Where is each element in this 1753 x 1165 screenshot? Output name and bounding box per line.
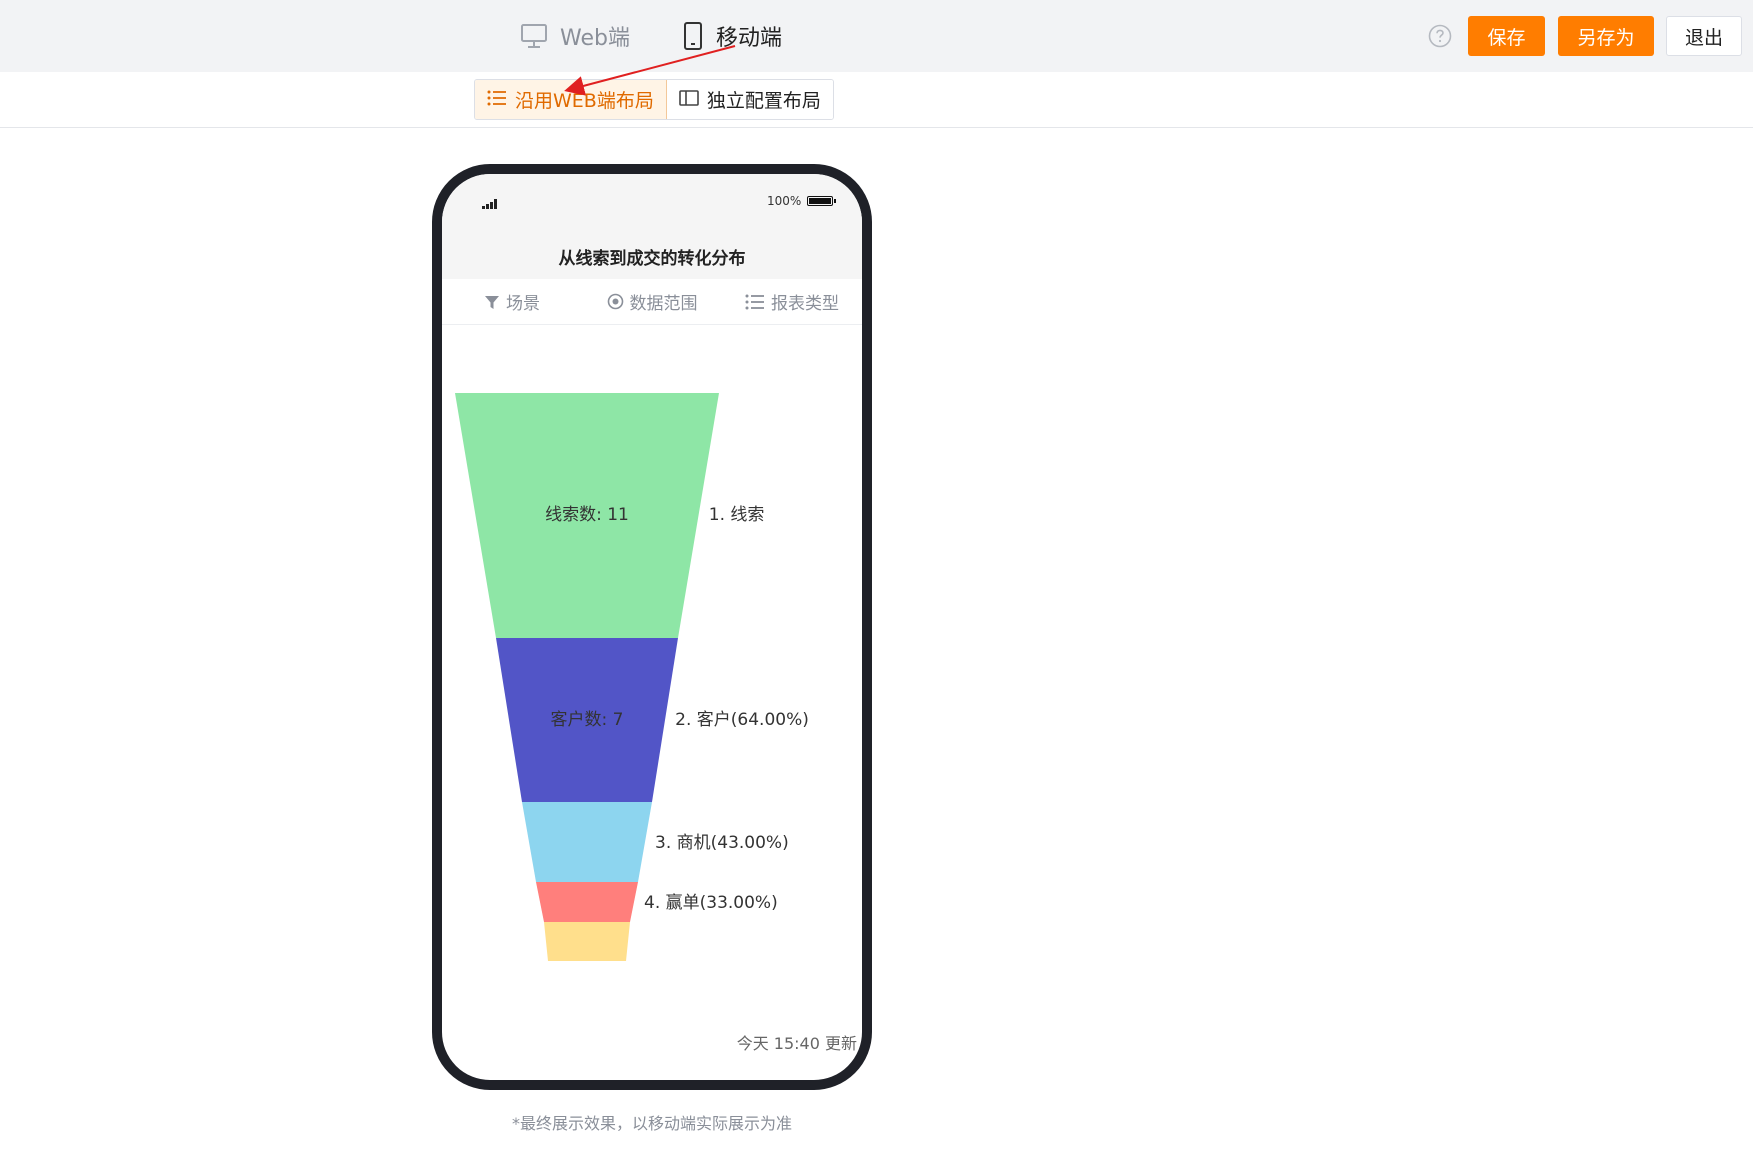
list-icon (487, 89, 507, 111)
filter-report-type[interactable]: 报表类型 (722, 289, 862, 314)
annotation-arrow (564, 45, 736, 96)
desktop-monitor-icon (520, 23, 548, 49)
question-circle-icon[interactable] (1428, 24, 1452, 48)
filter-scene-label: 场景 (506, 294, 540, 314)
top-toolbar: Web端 移动端 保存 另存为 退出 (0, 0, 1753, 72)
filter-funnel-icon (484, 294, 500, 310)
funnel-stage-side-label: 1. 线索 (709, 505, 765, 525)
platform-tab-mobile[interactable]: 移动端 (682, 18, 782, 54)
panel-layout-icon (679, 89, 699, 111)
layout-toggle-group: 沿用WEB端布局 独立配置布局 (474, 79, 834, 120)
filter-data-range-label: 数据范围 (629, 294, 698, 314)
filter-report-type-label: 报表类型 (771, 294, 839, 314)
layout-toggle-bar: 沿用WEB端布局 独立配置布局 (0, 72, 1753, 128)
funnel-stage-4[interactable] (536, 882, 638, 922)
exit-button[interactable]: 退出 (1666, 16, 1742, 56)
funnel-stage-side-label: 3. 商机(43.00%) (655, 833, 789, 853)
save-as-button[interactable]: 另存为 (1558, 16, 1654, 56)
funnel-stage-side-label: 2. 客户(64.00%) (675, 710, 809, 730)
mobile-phone-icon (682, 22, 704, 50)
save-button[interactable]: 保存 (1468, 16, 1545, 56)
funnel-stage-side-label: 4. 赢单(33.00%) (644, 893, 778, 913)
funnel-chart-svg: 线索数: 11 1. 线索客户数: 7 2. 客户(64.00%) 3. 商机(43.… (455, 393, 809, 961)
funnel-stage-inside-label: 线索数: 11 (545, 505, 629, 525)
updated-time: 今天 15:40 更新 (736, 1034, 857, 1053)
filter-bar: 场景 数据范围 报表类型 (442, 279, 862, 325)
platform-tab-web[interactable]: Web端 (520, 18, 630, 54)
layout-option-follow-web[interactable]: 沿用WEB端布局 (475, 80, 667, 119)
platform-tab-mobile-label: 移动端 (716, 26, 783, 51)
filter-data-range[interactable]: 数据范围 (582, 289, 722, 314)
funnel-stage-inside-label: 客户数: 7 (551, 710, 624, 730)
filter-scene[interactable]: 场景 (442, 289, 582, 314)
mobile-preview-frame: 100% 从线索到成交的转化分布 场景 数据范围 报表类型 线索数: 11 1. … (432, 164, 872, 1090)
report-title: 从线索到成交的转化分布 (558, 249, 746, 269)
phone-header: 100% 从线索到成交的转化分布 (442, 174, 862, 279)
layout-option-follow-web-label: 沿用WEB端布局 (515, 90, 654, 112)
funnel-stage-5[interactable] (544, 922, 630, 961)
funnel-chart: 线索数: 11 1. 线索客户数: 7 2. 客户(64.00%) 3. 商机(43.… (442, 326, 862, 1026)
layout-option-independent-label: 独立配置布局 (706, 90, 821, 112)
signal-bars-icon (482, 194, 500, 213)
battery-icon (807, 196, 836, 206)
battery-percent: 100% (767, 194, 802, 208)
preview-footnote: *最终展示效果，以移动端实际展示为准 (511, 1114, 792, 1133)
platform-tab-web-label: Web端 (560, 26, 630, 51)
target-circle-icon (607, 293, 624, 310)
funnel-stage-3[interactable] (522, 802, 652, 882)
list-icon (745, 294, 765, 310)
layout-option-independent[interactable]: 独立配置布局 (666, 80, 833, 119)
